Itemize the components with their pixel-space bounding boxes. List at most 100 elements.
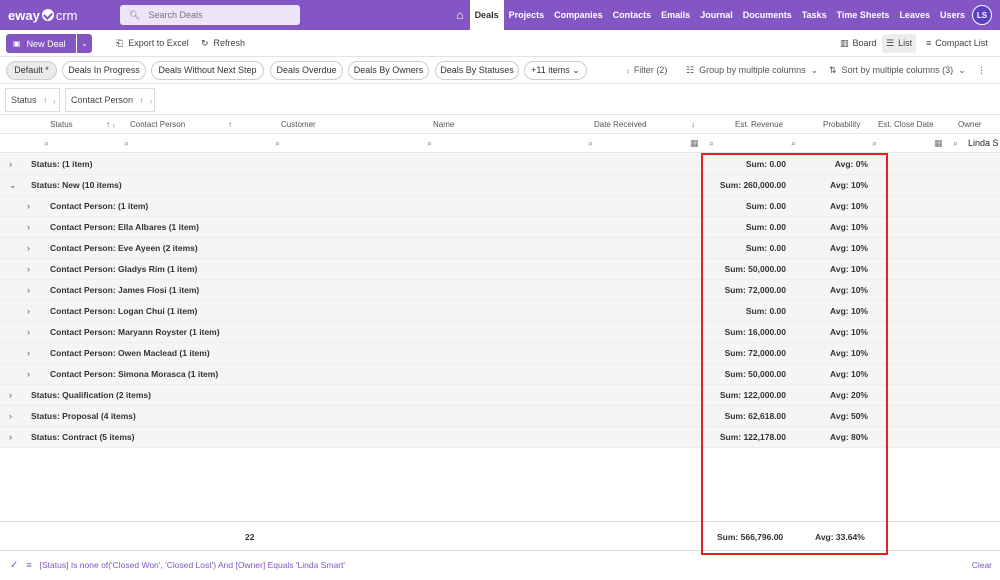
view-deals-by-owners[interactable]: Deals By Owners — [348, 61, 429, 80]
search-icon[interactable]: ⌕ — [124, 138, 129, 149]
group-row-status[interactable]: › Status: Contract (5 items) Sum: 122,178.… — [0, 427, 1000, 448]
filter-button[interactable]: ⨾ Filter (2) — [627, 61, 667, 80]
col-status[interactable]: Status — [50, 120, 73, 129]
chevron-right-icon[interactable]: › — [9, 390, 12, 400]
nav-users[interactable]: Users — [935, 0, 970, 30]
chevron-right-icon[interactable]: › — [27, 201, 30, 211]
group-label: Status: Contract (5 items) — [31, 432, 135, 442]
chevron-right-icon[interactable]: › — [27, 285, 30, 295]
group-row-contact[interactable]: › Contact Person: Maryann Royster (1 item… — [0, 322, 1000, 343]
group-row-contact[interactable]: › Contact Person: Owen Maclead (1 item) Su… — [0, 343, 1000, 364]
group-row-status[interactable]: ⌄ Status: New (10 items) Sum: 260,000.00 Av… — [0, 175, 1000, 196]
group-row-status[interactable]: › Status: Qualification (2 items) Sum: 122… — [0, 385, 1000, 406]
group-row-contact[interactable]: › Contact Person: (1 item) Sum: 0.00 Avg: 1… — [0, 196, 1000, 217]
nav-leaves[interactable]: Leaves — [894, 0, 935, 30]
chevron-right-icon[interactable]: › — [27, 306, 30, 316]
chevron-right-icon[interactable]: › — [27, 222, 30, 232]
group-by-button[interactable]: ☷ Group by multiple columns ⌄ — [686, 61, 818, 80]
filter-expression[interactable]: [Status] Is none of('Closed Won', 'Close… — [40, 560, 345, 570]
col-est-revenue[interactable]: Est. Revenue — [735, 120, 783, 129]
view-deals-without-next-step[interactable]: Deals Without Next Step — [151, 61, 264, 80]
avatar[interactable]: LS — [972, 5, 992, 25]
board-view-button[interactable]: ▥ Board — [836, 34, 881, 53]
nav-companies[interactable]: Companies — [549, 0, 608, 30]
group-chip-status[interactable]: Status ↑ ⨾ — [5, 88, 60, 112]
home-icon[interactable]: ⌂ — [450, 8, 469, 22]
owner-filter-value[interactable]: Linda S — [968, 138, 999, 148]
group-row-contact[interactable]: › Contact Person: Simona Morasca (1 item)… — [0, 364, 1000, 385]
nav-deals[interactable]: Deals — [469, 0, 504, 30]
filter-icon[interactable]: ⨾ — [54, 96, 56, 105]
view-deals-by-statuses[interactable]: Deals By Statuses — [435, 61, 519, 80]
search-input[interactable]: 🔍︎ Search Deals — [120, 5, 300, 25]
list-view-button[interactable]: ☰ List — [882, 34, 917, 53]
col-customer[interactable]: Customer — [281, 120, 316, 129]
group-row-status[interactable]: › Status: (1 item) Sum: 0.00 Avg: 0% — [0, 154, 1000, 175]
calendar-icon[interactable]: ▦ — [934, 138, 943, 149]
nav-time-sheets[interactable]: Time Sheets — [832, 0, 895, 30]
filter-icon[interactable]: ⨾ — [150, 96, 152, 105]
sort-asc-icon[interactable]: ↑ — [140, 96, 144, 105]
col-name[interactable]: Name — [433, 120, 454, 129]
sort-icon: ⇅ — [829, 65, 837, 75]
nav-journal[interactable]: Journal — [695, 0, 738, 30]
search-icon[interactable]: ⌕ — [588, 138, 593, 149]
group-row-contact[interactable]: › Contact Person: Ella Albares (1 item) Su… — [0, 217, 1000, 238]
search-icon[interactable]: ⌕ — [709, 138, 714, 149]
search-icon[interactable]: ⌕ — [791, 138, 796, 149]
col-owner[interactable]: Owner — [958, 120, 982, 129]
new-deal-button[interactable]: ▣ New Deal — [6, 34, 76, 53]
chevron-right-icon[interactable]: › — [9, 159, 12, 169]
chevron-right-icon[interactable]: › — [27, 327, 30, 337]
new-deal-dropdown-button[interactable]: ⌄ — [77, 34, 92, 53]
group-avg: Avg: 80% — [830, 432, 868, 442]
sort-by-button[interactable]: ⇅ Sort by multiple columns (3) ⌄ — [829, 61, 966, 80]
filter-icon[interactable]: ⨾ — [113, 120, 115, 130]
view-more-items[interactable]: +11 items ⌄ — [524, 61, 587, 80]
app-logo[interactable]: eway crm — [8, 8, 108, 23]
nav-documents[interactable]: Documents — [738, 0, 797, 30]
more-options-icon[interactable]: ⋮ — [977, 61, 986, 80]
search-icon[interactable]: ⌕ — [275, 138, 280, 149]
chevron-right-icon[interactable]: › — [27, 369, 30, 379]
chevron-right-icon[interactable]: › — [27, 243, 30, 253]
search-icon[interactable]: ⌕ — [953, 138, 958, 149]
col-contact-person[interactable]: Contact Person — [130, 120, 185, 129]
sort-asc-icon[interactable]: ↑ — [228, 120, 232, 129]
col-probability[interactable]: Probability — [823, 120, 860, 129]
search-placeholder: Search Deals — [148, 10, 203, 20]
calendar-icon[interactable]: ▦ — [690, 138, 699, 149]
group-row-status[interactable]: › Status: Proposal (4 items) Sum: 62,618.0… — [0, 406, 1000, 427]
chevron-right-icon[interactable]: › — [9, 411, 12, 421]
col-date-received[interactable]: Date Received — [594, 120, 646, 129]
search-icon[interactable]: ⌕ — [427, 138, 432, 149]
group-row-contact[interactable]: › Contact Person: James Flosi (1 item) Sum… — [0, 280, 1000, 301]
group-row-contact[interactable]: › Contact Person: Gladys Rim (1 item) Sum:… — [0, 259, 1000, 280]
view-default[interactable]: Default * — [6, 61, 57, 80]
chevron-right-icon[interactable]: › — [27, 348, 30, 358]
search-icon[interactable]: ⌕ — [872, 138, 877, 149]
clear-filter-link[interactable]: Clear — [972, 560, 992, 570]
view-deals-in-progress[interactable]: Deals In Progress — [62, 61, 146, 80]
chevron-right-icon[interactable]: › — [27, 264, 30, 274]
group-row-contact[interactable]: › Contact Person: Eve Ayeen (2 items) Sum:… — [0, 238, 1000, 259]
sort-asc-icon[interactable]: ↑ — [43, 96, 47, 105]
compact-list-view-button[interactable]: ≡ Compact List — [922, 34, 992, 53]
nav-tasks[interactable]: Tasks — [797, 0, 832, 30]
board-label: Board — [852, 38, 877, 48]
col-est-close-date[interactable]: Est. Close Date — [878, 120, 934, 129]
group-chip-contact-person[interactable]: Contact Person ↑ ⨾ — [65, 88, 155, 112]
checkmark-icon[interactable]: ✓ — [10, 560, 18, 571]
nav-projects[interactable]: Projects — [504, 0, 550, 30]
refresh-button[interactable]: ↻ Refresh — [201, 34, 245, 53]
group-row-contact[interactable]: › Contact Person: Logan Chui (1 item) Sum:… — [0, 301, 1000, 322]
export-to-excel-button[interactable]: ⎗ Export to Excel — [116, 34, 189, 53]
chevron-right-icon[interactable]: › — [9, 432, 12, 442]
view-deals-overdue[interactable]: Deals Overdue — [270, 61, 343, 80]
sort-asc-icon[interactable]: ↑ — [106, 120, 110, 129]
sort-desc-icon[interactable]: ↓ — [691, 120, 695, 129]
nav-emails[interactable]: Emails — [656, 0, 695, 30]
nav-contacts[interactable]: Contacts — [608, 0, 657, 30]
chevron-down-icon[interactable]: ⌄ — [9, 180, 17, 191]
search-icon[interactable]: ⌕ — [44, 138, 49, 149]
